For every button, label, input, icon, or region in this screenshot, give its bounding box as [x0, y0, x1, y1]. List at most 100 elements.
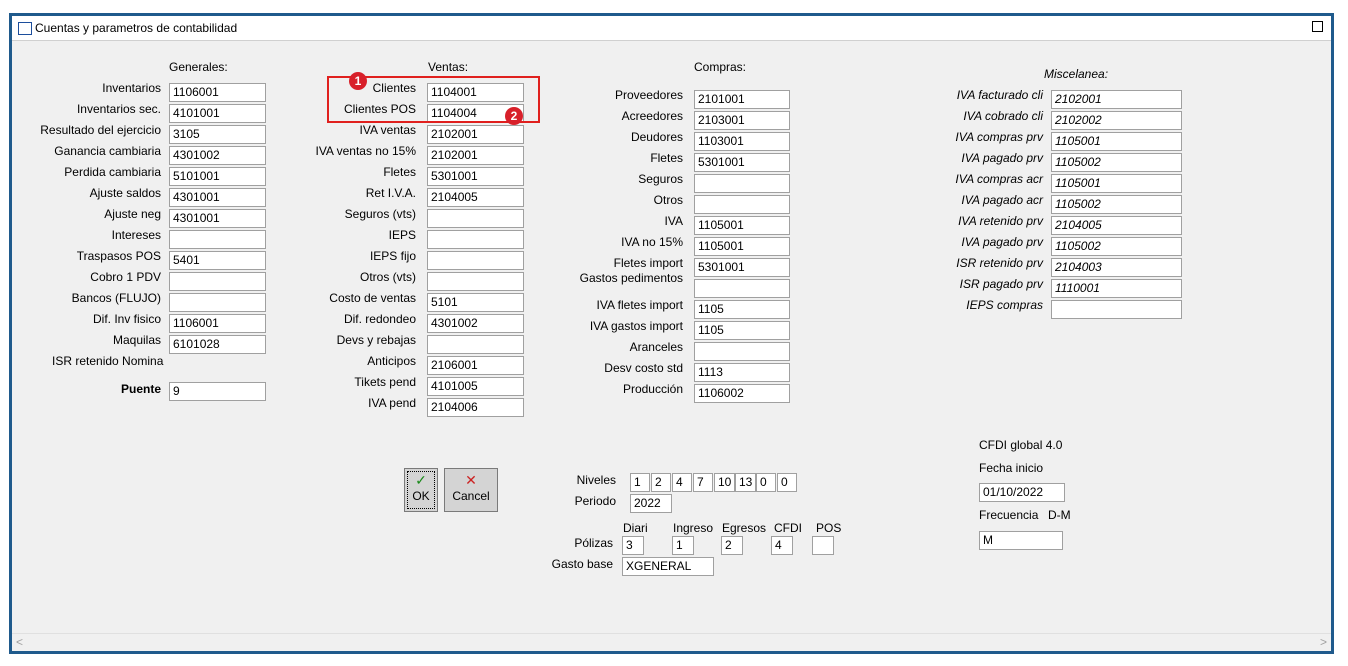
- miscelanea-row-field[interactable]: 1105001: [1051, 174, 1182, 193]
- compras-row-field[interactable]: [694, 195, 790, 214]
- ventas-row-field[interactable]: 5301001: [427, 167, 524, 186]
- compras-row-field[interactable]: 5301001: [694, 153, 790, 172]
- poliza-field[interactable]: 1: [672, 536, 694, 555]
- generales-row-field[interactable]: 6101028: [169, 335, 266, 354]
- generales-row-label: Resultado del ejercicio: [40, 123, 161, 137]
- miscelanea-row-label: IVA cobrado cli: [963, 109, 1043, 123]
- compras-row-label: Producción: [622, 382, 683, 396]
- nivel-field[interactable]: 0: [777, 473, 797, 492]
- compras-row-field[interactable]: [694, 174, 790, 193]
- maximize-button[interactable]: [1312, 21, 1323, 32]
- nivel-field[interactable]: 13: [735, 473, 756, 492]
- miscelanea-row-field[interactable]: 1105002: [1051, 153, 1182, 172]
- miscelanea-row-field[interactable]: 1105002: [1051, 237, 1182, 256]
- ventas-row-field[interactable]: [427, 230, 524, 249]
- generales-row-field[interactable]: 3105: [169, 125, 266, 144]
- compras-row-label: Aranceles: [629, 340, 683, 354]
- poliza-header: POS: [816, 521, 842, 535]
- ventas-row-field[interactable]: [427, 251, 524, 270]
- ventas-header: Ventas:: [428, 60, 469, 74]
- nivel-field[interactable]: 4: [672, 473, 692, 492]
- ventas-row-label: Devs y rebajas: [336, 333, 416, 347]
- periodo-field[interactable]: 2022: [630, 494, 672, 513]
- gasto-base-field[interactable]: XGENERAL: [622, 557, 714, 576]
- compras-row-field[interactable]: 5301001: [694, 258, 790, 277]
- compras-row-field[interactable]: 1106002: [694, 384, 790, 403]
- compras-row-field[interactable]: 2103001: [694, 111, 790, 130]
- compras-row-field[interactable]: 1105001: [694, 216, 790, 235]
- ok-button[interactable]: ✓ OK: [404, 468, 438, 512]
- miscelanea-row-field[interactable]: 1110001: [1051, 279, 1182, 298]
- ventas-row-label: Costo de ventas: [329, 291, 416, 305]
- compras-row-field[interactable]: [694, 342, 790, 361]
- ventas-row-field[interactable]: 4301002: [427, 314, 524, 333]
- nivel-field[interactable]: 2: [651, 473, 671, 492]
- puente-field[interactable]: 9: [169, 382, 266, 401]
- cancel-button[interactable]: ✕ Cancel: [444, 468, 498, 512]
- nivel-field[interactable]: 7: [693, 473, 713, 492]
- ventas-row-field[interactable]: 2104005: [427, 188, 524, 207]
- compras-row-field[interactable]: 1105: [694, 321, 790, 340]
- compras-row-field[interactable]: [694, 279, 790, 298]
- generales-row-field[interactable]: 4301002: [169, 146, 266, 165]
- generales-row-field[interactable]: [169, 272, 266, 291]
- poliza-field[interactable]: 2: [721, 536, 743, 555]
- ventas-row-label: IVA ventas no 15%: [315, 144, 416, 158]
- miscelanea-row-field[interactable]: 2104003: [1051, 258, 1182, 277]
- ventas-row-field[interactable]: 5101: [427, 293, 524, 312]
- cancel-label: Cancel: [452, 489, 490, 503]
- ventas-row-field[interactable]: [427, 335, 524, 354]
- generales-row-field[interactable]: [169, 293, 266, 312]
- compras-row-field[interactable]: 1103001: [694, 132, 790, 151]
- nivel-field[interactable]: 1: [630, 473, 650, 492]
- poliza-field[interactable]: [812, 536, 834, 555]
- compras-row-field[interactable]: 1105: [694, 300, 790, 319]
- compras-header: Compras:: [694, 60, 747, 74]
- miscelanea-row-field[interactable]: [1051, 300, 1182, 319]
- miscelanea-row-field[interactable]: 2102001: [1051, 90, 1182, 109]
- ventas-row-label: IVA ventas: [359, 123, 416, 137]
- compras-row-label: Fletes: [650, 151, 683, 165]
- generales-row-field[interactable]: 5401: [169, 251, 266, 270]
- compras-row-field[interactable]: 2101001: [694, 90, 790, 109]
- nivel-field[interactable]: 10: [714, 473, 735, 492]
- ventas-row-field[interactable]: 4101005: [427, 377, 524, 396]
- poliza-field[interactable]: 4: [771, 536, 793, 555]
- miscelanea-row-field[interactable]: 2102002: [1051, 111, 1182, 130]
- miscelanea-row-field[interactable]: 1105001: [1051, 132, 1182, 151]
- ventas-row-field[interactable]: 2102001: [427, 146, 524, 165]
- miscelanea-row-field[interactable]: 1105002: [1051, 195, 1182, 214]
- nivel-field[interactable]: 0: [756, 473, 776, 492]
- generales-row-field[interactable]: [169, 230, 266, 249]
- ventas-row-field[interactable]: 2104006: [427, 398, 524, 417]
- compras-row-label: Seguros: [638, 172, 683, 186]
- ventas-row-field[interactable]: [427, 272, 524, 291]
- generales-row-field[interactable]: 4301001: [169, 188, 266, 207]
- ventas-row-label: Tikets pend: [354, 375, 416, 389]
- scroll-left-icon[interactable]: <: [16, 635, 23, 649]
- poliza-field[interactable]: 3: [622, 536, 644, 555]
- generales-row-field[interactable]: 1106001: [169, 83, 266, 102]
- compras-row-field[interactable]: 1105001: [694, 237, 790, 256]
- ventas-row-field[interactable]: [427, 209, 524, 228]
- frecuencia-field[interactable]: M: [979, 531, 1063, 550]
- miscelanea-header: Miscelanea:: [1044, 67, 1109, 81]
- compras-row-label: Deudores: [630, 130, 683, 144]
- cfdi-title: CFDI global 4.0: [979, 438, 1063, 452]
- horizontal-scrollbar[interactable]: < >: [12, 633, 1331, 651]
- step-badge-2: 2: [505, 107, 523, 125]
- generales-row-field[interactable]: 4101001: [169, 104, 266, 123]
- generales-row-field[interactable]: 5101001: [169, 167, 266, 186]
- miscelanea-row-field[interactable]: 2104005: [1051, 216, 1182, 235]
- step-badge-1: 1: [349, 72, 367, 90]
- close-icon: ✕: [465, 472, 477, 488]
- generales-row-field[interactable]: 4301001: [169, 209, 266, 228]
- ventas-row-field[interactable]: 2102001: [427, 125, 524, 144]
- scroll-right-icon[interactable]: >: [1320, 635, 1327, 649]
- generales-row-field[interactable]: 1106001: [169, 314, 266, 333]
- ventas-row-field[interactable]: 2106001: [427, 356, 524, 375]
- generales-header: Generales:: [169, 60, 228, 74]
- fecha-inicio-field[interactable]: 01/10/2022: [979, 483, 1065, 502]
- window-icon: [18, 22, 32, 35]
- compras-row-field[interactable]: 1113: [694, 363, 790, 382]
